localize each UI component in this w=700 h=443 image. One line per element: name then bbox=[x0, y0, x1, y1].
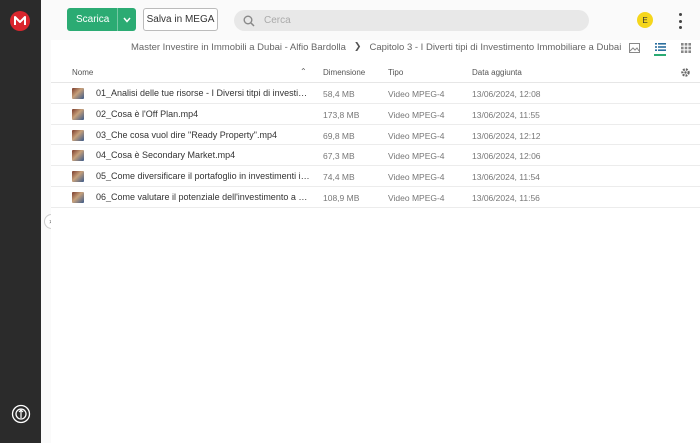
file-date: 13/06/2024, 11:56 bbox=[472, 192, 540, 203]
more-options-icon[interactable] bbox=[677, 13, 683, 29]
file-type: Video MPEG-4 bbox=[388, 151, 445, 162]
file-type: Video MPEG-4 bbox=[388, 172, 445, 183]
video-thumbnail bbox=[72, 191, 84, 203]
column-header-size[interactable]: Dimensione bbox=[323, 68, 365, 77]
mega-logo-icon[interactable] bbox=[10, 11, 30, 31]
column-header-name[interactable]: Nome bbox=[72, 68, 93, 77]
video-thumbnail bbox=[72, 129, 84, 141]
file-size: 173,8 MB bbox=[323, 109, 360, 120]
table-row[interactable]: 03_Che cosa vuol dire "Ready Property".m… bbox=[51, 125, 700, 146]
file-date: 13/06/2024, 12:08 bbox=[472, 89, 541, 99]
file-date: 13/06/2024, 12:06 bbox=[472, 151, 541, 162]
chevron-down-icon[interactable] bbox=[118, 17, 136, 23]
top-bar: Scarica Salva in MEGA E bbox=[51, 0, 700, 40]
file-name: 01_Analisi delle tue risorse - I Diversi… bbox=[96, 88, 310, 98]
search-input[interactable] bbox=[264, 15, 564, 26]
thumbnail-view-icon[interactable] bbox=[628, 42, 640, 54]
file-table: Nome ⌃ Dimensione Tipo Data aggiunta 01_… bbox=[51, 62, 700, 208]
video-thumbnail bbox=[72, 88, 84, 99]
file-date: 13/06/2024, 11:55 bbox=[472, 109, 540, 120]
table-row[interactable]: 02_Cosa è l'Off Plan.mp4 173,8 MB Video … bbox=[51, 104, 700, 125]
file-size: 69,8 MB bbox=[323, 130, 355, 141]
search-icon bbox=[243, 15, 255, 27]
download-button[interactable]: Scarica bbox=[67, 8, 136, 31]
file-date: 13/06/2024, 12:12 bbox=[472, 130, 541, 141]
file-type: Video MPEG-4 bbox=[388, 130, 445, 141]
table-row[interactable]: 06_Come valutare il potenziale dell'inve… bbox=[51, 187, 700, 208]
file-name: 02_Cosa è l'Off Plan.mp4 bbox=[96, 108, 199, 119]
table-row[interactable]: 04_Cosa è Secondary Market.mp4 67,3 MB V… bbox=[51, 145, 700, 167]
sidebar bbox=[0, 0, 41, 443]
search-bar[interactable] bbox=[234, 10, 589, 31]
file-size: 108,9 MB bbox=[323, 192, 360, 203]
gear-icon[interactable] bbox=[680, 67, 691, 78]
file-size: 67,3 MB bbox=[323, 151, 355, 162]
grid-view-icon[interactable] bbox=[680, 42, 692, 54]
main-panel: Scarica Salva in MEGA E Master Investire… bbox=[51, 0, 700, 443]
table-row[interactable]: 05_Come diversificare il portafoglio in … bbox=[51, 166, 700, 187]
file-name: 05_Come diversificare il portafoglio in … bbox=[96, 171, 310, 182]
video-thumbnail bbox=[72, 171, 84, 183]
file-date: 13/06/2024, 11:54 bbox=[472, 172, 540, 183]
sort-ascending-icon[interactable]: ⌃ bbox=[300, 67, 307, 76]
table-row[interactable]: 01_Analisi delle tue risorse - I Diversi… bbox=[51, 83, 700, 104]
user-avatar[interactable]: E bbox=[637, 12, 653, 28]
transfer-sync-icon[interactable] bbox=[11, 404, 31, 424]
breadcrumb: Master Investire in Immobili a Dubai - A… bbox=[131, 40, 621, 54]
file-name: 06_Come valutare il potenziale dell'inve… bbox=[96, 191, 310, 202]
file-size: 74,4 MB bbox=[323, 172, 355, 183]
column-header-type[interactable]: Tipo bbox=[388, 68, 403, 77]
file-type: Video MPEG-4 bbox=[388, 192, 445, 203]
save-to-mega-button[interactable]: Salva in MEGA bbox=[143, 8, 218, 31]
table-header: Nome ⌃ Dimensione Tipo Data aggiunta bbox=[51, 62, 700, 83]
file-name: 03_Che cosa vuol dire "Ready Property".m… bbox=[96, 129, 277, 140]
download-label: Scarica bbox=[76, 14, 110, 25]
file-size: 58,4 MB bbox=[323, 89, 355, 99]
file-type: Video MPEG-4 bbox=[388, 89, 445, 99]
file-type: Video MPEG-4 bbox=[388, 109, 445, 120]
chevron-right-icon: ❯ bbox=[353, 42, 362, 52]
file-name: 04_Cosa è Secondary Market.mp4 bbox=[96, 150, 236, 161]
breadcrumb-current: Capitolo 3 - I Diverti tipi di Investime… bbox=[369, 41, 622, 53]
video-thumbnail bbox=[72, 108, 84, 120]
column-header-date[interactable]: Data aggiunta bbox=[472, 68, 522, 77]
video-thumbnail bbox=[72, 150, 84, 162]
list-view-icon[interactable] bbox=[654, 41, 666, 56]
breadcrumb-parent[interactable]: Master Investire in Immobili a Dubai - A… bbox=[131, 42, 346, 53]
view-switcher bbox=[628, 41, 700, 56]
